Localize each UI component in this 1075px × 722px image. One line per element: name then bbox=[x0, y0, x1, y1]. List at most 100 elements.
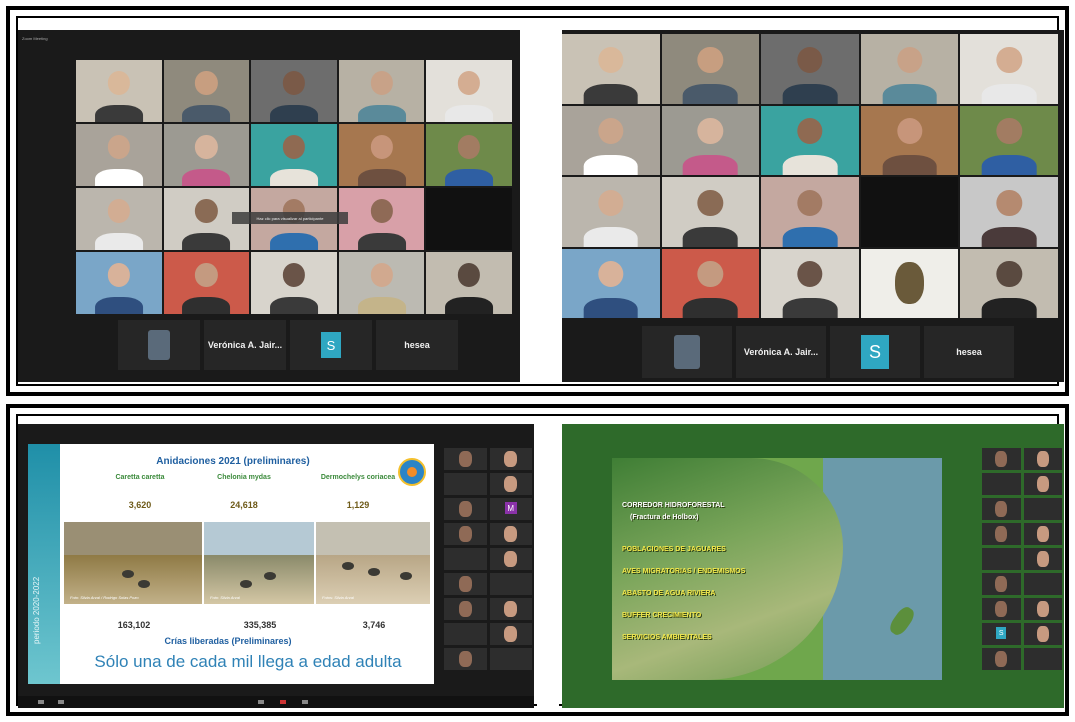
participant-tile[interactable] bbox=[642, 326, 732, 378]
participant-video-tile[interactable] bbox=[761, 34, 859, 104]
participant-video-tile[interactable] bbox=[860, 105, 959, 175]
nest-count: 3,620 bbox=[128, 500, 152, 510]
participant-face bbox=[1036, 626, 1049, 642]
sidebar-participant-tile[interactable] bbox=[489, 623, 532, 645]
participant-video-tile[interactable] bbox=[960, 177, 1058, 247]
participant-video-tile[interactable] bbox=[761, 177, 859, 247]
sidebar-participant-tile[interactable] bbox=[1023, 548, 1062, 570]
participant-video-tile[interactable] bbox=[761, 248, 859, 318]
sidebar-participant-tile[interactable] bbox=[982, 573, 1021, 595]
participant-video-tile[interactable] bbox=[661, 248, 760, 318]
participant-sidebar-right: S bbox=[982, 448, 1062, 670]
participant-video-tile[interactable] bbox=[960, 248, 1058, 318]
sidebar-participant-tile[interactable] bbox=[489, 548, 532, 570]
sidebar-participant-tile[interactable] bbox=[444, 448, 487, 470]
sidebar-participant-tile[interactable]: S bbox=[982, 623, 1021, 645]
participant-video-tile[interactable] bbox=[562, 34, 660, 104]
sidebar-participant-tile[interactable] bbox=[1023, 573, 1062, 595]
sidebar-participant-tile[interactable] bbox=[982, 498, 1021, 520]
participant-tile[interactable]: S bbox=[830, 326, 920, 378]
participant-video-tile[interactable] bbox=[960, 34, 1058, 104]
participant-video-tile[interactable] bbox=[426, 124, 512, 186]
participant-video-tile[interactable] bbox=[860, 34, 959, 104]
participant-tile[interactable]: Verónica A. Jair... bbox=[204, 320, 286, 370]
participant-tile[interactable]: hesea bbox=[924, 326, 1014, 378]
participant-video-tile[interactable] bbox=[338, 188, 425, 250]
participant-video-tile[interactable] bbox=[338, 60, 425, 122]
participant-video-tile[interactable] bbox=[661, 34, 760, 104]
participant-face bbox=[1036, 451, 1049, 467]
participant-video-tile[interactable] bbox=[426, 60, 512, 122]
sidebar-participant-tile[interactable] bbox=[1023, 623, 1062, 645]
participant-video-tile[interactable] bbox=[661, 105, 760, 175]
sidebar-participant-tile[interactable] bbox=[1023, 648, 1062, 670]
beach-photo: Foto: Silvia Arzal bbox=[204, 522, 314, 604]
participant-video-tile[interactable] bbox=[860, 248, 959, 318]
sidebar-participant-tile[interactable] bbox=[1023, 473, 1062, 495]
sidebar-participant-tile[interactable] bbox=[444, 498, 487, 520]
participant-face bbox=[504, 551, 518, 567]
sidebar-participant-tile[interactable] bbox=[982, 598, 1021, 620]
participant-face bbox=[370, 263, 393, 287]
sidebar-participant-tile[interactable] bbox=[489, 573, 532, 595]
sidebar-participant-tile[interactable] bbox=[489, 448, 532, 470]
participant-video-tile[interactable] bbox=[562, 248, 660, 318]
video-grid-right bbox=[562, 34, 1058, 318]
sidebar-participant-tile[interactable] bbox=[1023, 498, 1062, 520]
sidebar-participant-tile[interactable] bbox=[489, 473, 532, 495]
participant-face bbox=[107, 199, 130, 223]
slide-side-bar bbox=[28, 444, 60, 684]
sidebar-participant-tile[interactable] bbox=[444, 573, 487, 595]
gallery-panel-left: Zoom Meeting Verónica A. Jair... S hesea bbox=[18, 30, 520, 382]
participant-video-tile[interactable] bbox=[163, 60, 250, 122]
sidebar-participant-tile[interactable]: M bbox=[489, 498, 532, 520]
sidebar-participant-tile[interactable] bbox=[982, 448, 1021, 470]
sidebar-participant-tile[interactable] bbox=[444, 523, 487, 545]
participant-tile[interactable]: Verónica A. Jair... bbox=[736, 326, 826, 378]
participant-video-tile[interactable] bbox=[76, 60, 162, 122]
participant-video-tile[interactable] bbox=[251, 60, 337, 122]
participant-video-tile[interactable] bbox=[163, 252, 250, 314]
participant-video-tile[interactable] bbox=[338, 252, 425, 314]
participant-video-tile[interactable] bbox=[76, 188, 162, 250]
sidebar-participant-tile[interactable] bbox=[444, 648, 487, 670]
participant-video-tile[interactable] bbox=[163, 124, 250, 186]
participant-video-tile[interactable] bbox=[562, 177, 660, 247]
participant-video-tile[interactable] bbox=[76, 124, 162, 186]
participant-video-tile[interactable] bbox=[338, 124, 425, 186]
participant-video-tile[interactable] bbox=[860, 177, 959, 247]
sidebar-participant-tile[interactable] bbox=[1023, 598, 1062, 620]
sidebar-participant-tile[interactable] bbox=[444, 473, 487, 495]
participant-video-tile[interactable] bbox=[761, 105, 859, 175]
sidebar-participant-tile[interactable] bbox=[982, 523, 1021, 545]
participant-video-tile[interactable] bbox=[76, 252, 162, 314]
participant-video-tile[interactable] bbox=[251, 252, 337, 314]
participant-face bbox=[107, 135, 130, 159]
sidebar-participant-tile[interactable] bbox=[489, 523, 532, 545]
sidebar-participant-tile[interactable] bbox=[444, 598, 487, 620]
sidebar-participant-tile[interactable] bbox=[444, 623, 487, 645]
sidebar-participant-tile[interactable] bbox=[982, 473, 1021, 495]
sidebar-participant-tile[interactable] bbox=[489, 598, 532, 620]
participant-video-tile[interactable] bbox=[960, 105, 1058, 175]
sidebar-participant-tile[interactable] bbox=[444, 548, 487, 570]
participant-video-tile[interactable] bbox=[251, 124, 337, 186]
sidebar-participant-tile[interactable] bbox=[1023, 448, 1062, 470]
participant-face bbox=[458, 501, 472, 517]
avatar bbox=[148, 330, 170, 360]
sidebar-participant-tile[interactable] bbox=[982, 548, 1021, 570]
participant-video-tile[interactable] bbox=[562, 105, 660, 175]
participant-video-tile[interactable] bbox=[426, 252, 512, 314]
participant-tile[interactable]: hesea bbox=[376, 320, 458, 370]
participant-video-tile[interactable] bbox=[661, 177, 760, 247]
released-count: 335,385 bbox=[243, 620, 277, 630]
participant-tile[interactable] bbox=[118, 320, 200, 370]
sidebar-participant-tile[interactable] bbox=[1023, 523, 1062, 545]
participant-face bbox=[458, 601, 472, 617]
participant-face bbox=[995, 501, 1008, 517]
sidebar-participant-tile[interactable] bbox=[982, 648, 1021, 670]
sidebar-participant-tile[interactable] bbox=[489, 648, 532, 670]
participant-video-tile[interactable] bbox=[426, 188, 512, 250]
participant-tile[interactable]: S bbox=[290, 320, 372, 370]
participant-face bbox=[458, 263, 481, 287]
